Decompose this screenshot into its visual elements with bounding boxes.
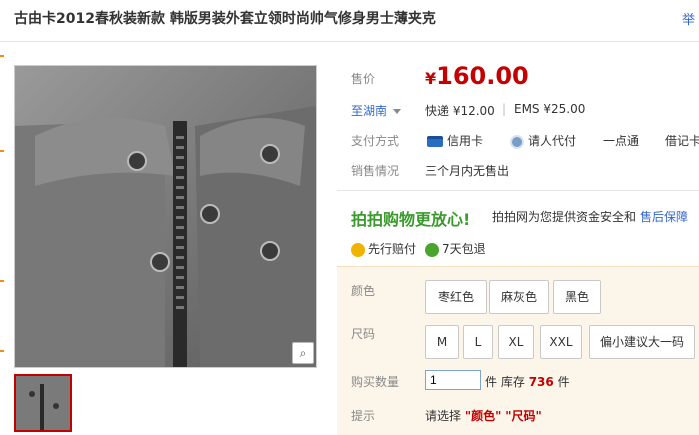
size-option-xl[interactable]: XL [498,325,534,359]
price-amount: 160.00 [436,62,529,90]
credit-card-icon [427,136,443,147]
left-edge-strip [0,55,4,57]
sales-label: 销售情况 [351,164,400,178]
payment-pay-for-me[interactable]: 请人代付 [510,132,576,149]
size-label: 尺码 [351,327,376,341]
pay-for-me-icon [510,134,524,149]
shipping-region-selector[interactable]: 至湖南 [351,102,401,119]
sales-value: 三个月内无售出 [425,164,510,178]
ems-fee: EMS ¥25.00 [514,102,586,116]
badge-label: 先行赔付 [368,242,417,256]
product-thumbnail[interactable] [14,374,72,432]
selection-hint: 请选择 "颜色" "尺码" [425,407,542,424]
compensation-badge-icon [351,242,365,257]
payment-label: 支付方式 [351,134,400,148]
quantity-input[interactable] [425,370,481,390]
assurance-slogan: 拍拍购物更放心! [351,210,471,229]
stock-count: 736 [528,375,554,389]
hint-prefix: 请选择 [425,409,462,423]
section-divider [337,190,699,191]
shipping-region[interactable]: 湖南 [363,104,387,118]
quantity-unit: 件 [485,375,498,389]
price-currency: ¥ [425,69,437,88]
stock-unit: 件 [557,375,570,389]
badge-label: 7天包退 [442,242,486,256]
stock-info: 件 库存 736 件 [485,373,570,390]
size-option-xxl[interactable]: XXL [540,325,582,359]
size-option-l[interactable]: L [463,325,493,359]
left-edge-strip [0,150,4,152]
product-title: 古由卡2012春秋装新款 韩版男装外套立领时尚帅气修身男士薄夹克 [14,11,436,27]
compensation-badge[interactable]: 先行赔付 [351,240,416,257]
fee-divider: | [502,102,507,116]
thumbnail-photo [16,376,70,430]
assurance-text: 拍拍网为您提供资金安全和 [492,210,637,224]
price-label: 售价 [351,72,376,86]
color-option-black[interactable]: 黑色 [553,280,601,314]
hint-label: 提示 [351,409,376,423]
color-option-jujube-red[interactable]: 枣红色 [425,280,487,314]
return-badge[interactable]: 7天包退 [425,240,486,257]
hint-color: "颜色" [464,409,502,423]
size-option-note[interactable]: 偏小建议大一码 [589,325,695,359]
price-value: ¥160.00 [425,62,529,90]
product-main-image[interactable] [14,65,317,368]
color-option-heather-gray[interactable]: 麻灰色 [489,280,549,314]
purchase-options-panel: 颜色 枣红色 麻灰色 黑色 尺码 M L XL XXL 偏小建议大一码 购买数量… [337,266,699,435]
quantity-label: 购买数量 [351,375,400,389]
payment-yidiantong[interactable]: 一点通 [603,132,639,149]
payment-debit-card[interactable]: 借记卡 [665,132,699,149]
dropdown-arrow-icon [392,109,401,114]
zoom-icon[interactable]: ⌕ [292,342,314,364]
left-edge-strip [0,280,4,282]
report-link[interactable]: 举 [682,9,695,28]
return-badge-icon [425,242,439,257]
left-edge-strip [0,350,4,352]
after-sales-link[interactable]: 售后保障 [640,208,688,225]
hint-size: "尺码" [505,409,542,423]
stock-label: 库存 [500,375,525,389]
title-divider [0,41,699,42]
size-option-m[interactable]: M [425,325,459,359]
express-fee: 快递 ¥12.00 [425,104,495,118]
color-label: 颜色 [351,284,376,298]
payment-method-label: 请人代付 [528,134,577,148]
shipping-to-prefix: 至 [351,104,364,118]
payment-method-label: 信用卡 [447,134,484,148]
payment-credit-card[interactable]: 信用卡 [427,132,483,149]
jacket-photo [15,66,316,367]
